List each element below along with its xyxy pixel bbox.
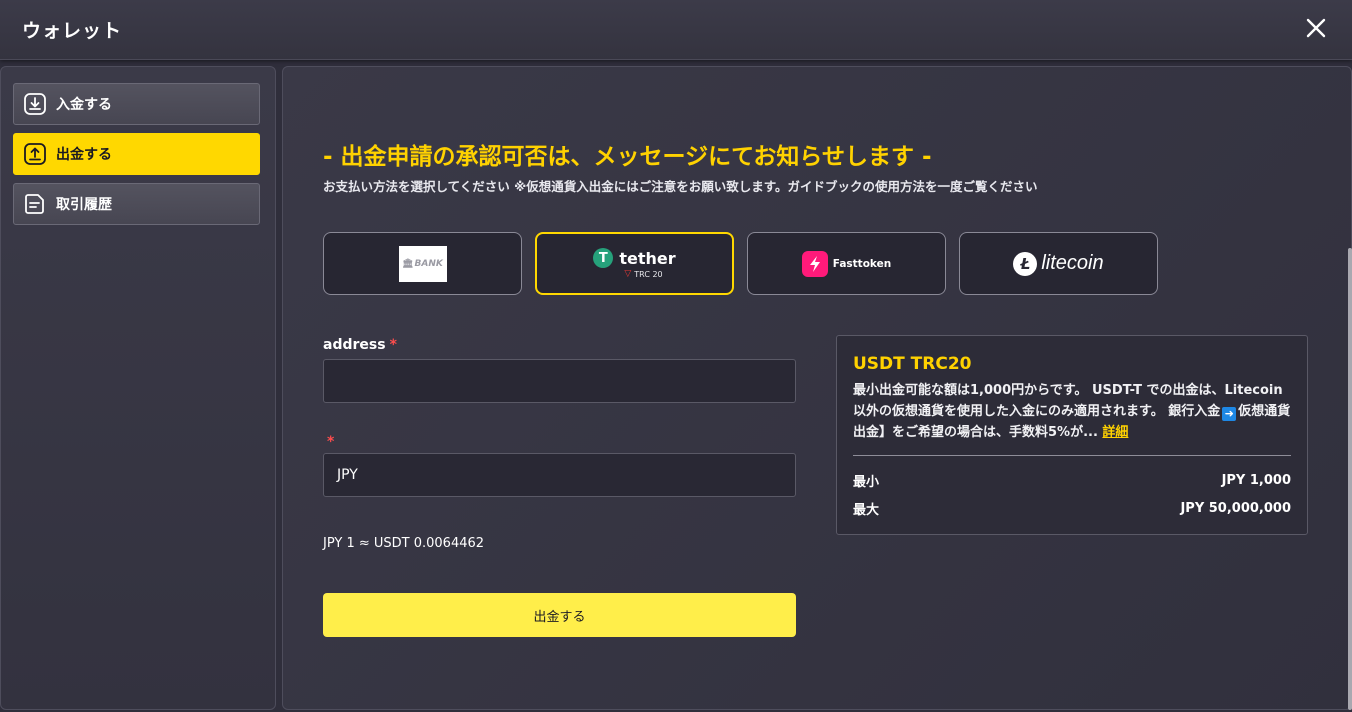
bank-icon: 🏛: [402, 258, 414, 269]
max-row: 最大 JPY 50,000,000: [853, 494, 1291, 522]
address-label: address *: [323, 337, 397, 353]
sidebar-item-withdraw[interactable]: 出金する: [13, 133, 260, 175]
payment-method-fasttoken[interactable]: Fasttoken: [747, 232, 946, 295]
lightning-icon: [801, 250, 828, 277]
currency-input[interactable]: JPY: [323, 453, 796, 497]
min-row: 最小 JPY 1,000: [853, 466, 1291, 494]
payment-method-litecoin[interactable]: Ł litecoin: [959, 232, 1158, 295]
payment-method-bank[interactable]: 🏛 BANK: [323, 232, 522, 295]
payment-method-tether[interactable]: T tether ▽ TRC 20: [535, 232, 734, 295]
required-mark: *: [389, 337, 397, 353]
sidebar-item-deposit[interactable]: 入金する: [13, 83, 260, 125]
download-icon: [23, 92, 47, 116]
divider: [853, 455, 1291, 456]
exchange-rate: JPY 1 ≈ USDT 0.0064462: [323, 536, 485, 551]
required-mark: *: [327, 434, 335, 450]
tether-icon: T: [593, 248, 614, 268]
page-title: ウォレット: [22, 20, 123, 42]
min-value: JPY 1,000: [1221, 472, 1291, 488]
sidebar-item-history[interactable]: 取引履歴: [13, 183, 260, 225]
info-title: USDT TRC20: [853, 354, 972, 374]
tron-icon: ▽: [624, 269, 632, 279]
fasttoken-label: Fasttoken: [832, 257, 892, 270]
address-input[interactable]: [323, 359, 796, 403]
sidebar-item-label: 取引履歴: [56, 197, 112, 213]
withdraw-notice-headline: - 出金申請の承認可否は、メッセージにてお知らせします -: [323, 144, 932, 170]
litecoin-label: litecoin: [1041, 252, 1104, 274]
withdraw-panel: - 出金申請の承認可否は、メッセージにてお知らせします - お支払い方法を選択し…: [282, 66, 1352, 710]
upload-icon: [23, 142, 47, 166]
info-description: 最小出金可能な額は1,000円からです。 USDT-T での出金は、Liteco…: [853, 383, 1291, 440]
tether-label: tether: [619, 248, 676, 268]
close-icon[interactable]: [1302, 14, 1330, 42]
bank-logo: 🏛 BANK: [398, 245, 447, 282]
min-label: 最小: [853, 474, 880, 490]
document-icon: [23, 192, 47, 216]
max-value: JPY 50,000,000: [1180, 500, 1291, 516]
sidebar-item-label: 入金する: [56, 97, 112, 113]
withdraw-submit-button[interactable]: 出金する: [323, 593, 796, 637]
sidebar-item-label: 出金する: [56, 147, 112, 163]
info-card: USDT TRC20 最小出金可能な額は1,000円からです。 USDT-T で…: [836, 335, 1308, 535]
detail-link[interactable]: 詳細: [1102, 425, 1128, 440]
payment-instructions: お支払い方法を選択してください ※仮想通貨入出金にはご注意をお願い致します。ガイ…: [323, 179, 1038, 194]
currency-label: *: [323, 434, 334, 450]
arrow-right-icon: ➜: [1222, 406, 1237, 421]
max-label: 最大: [853, 502, 880, 518]
litecoin-icon: Ł: [1013, 251, 1038, 276]
scrollbar[interactable]: [1348, 248, 1352, 710]
sidebar: 入金する 出金する 取引履歴: [0, 66, 276, 710]
tether-network-label: TRC 20: [634, 269, 663, 279]
wallet-header: ウォレット: [0, 0, 1352, 60]
